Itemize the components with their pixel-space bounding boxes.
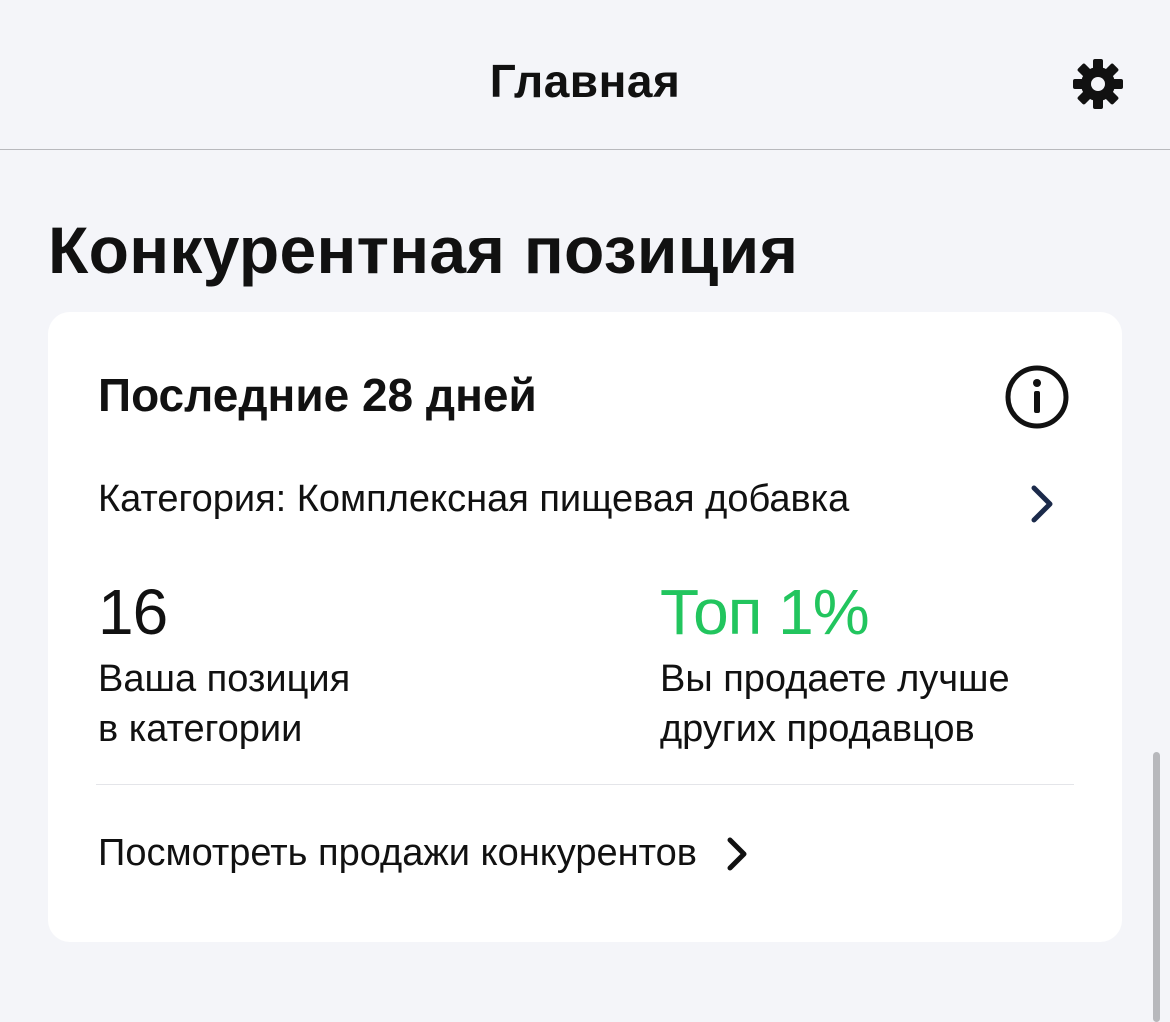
divider [96,784,1074,785]
top-percent-value: Топ 1% [660,576,870,648]
top-navigation-bar: Главная [0,0,1170,150]
position-stat: 16 Ваша позиция в категории [98,574,350,754]
view-competitors-sales-label: Посмотреть продажи конкурентов [98,832,697,874]
period-label: Последние 28 дней [98,369,537,421]
competitive-position-card: Последние 28 дней Категория: Комплексная… [48,312,1122,942]
gear-icon[interactable] [1072,58,1124,110]
position-value: 16 [98,576,168,648]
page-title: Главная [489,55,681,107]
top-percent-stat: Топ 1% Вы продаете лучше других продавцо… [660,574,1010,754]
category-selector[interactable]: Категория: Комплексная пищевая добавка [98,478,1058,534]
top-percent-caption-line1: Вы продаете лучше [660,658,1010,700]
section-title: Конкурентная позиция [48,213,799,287]
chevron-right-icon [723,835,751,873]
position-caption: Ваша позиция в категории [98,654,350,754]
position-caption-line2: в категории [98,708,303,750]
info-icon[interactable] [1004,364,1070,430]
top-percent-caption-line2: других продавцов [660,708,975,750]
position-caption-line1: Ваша позиция [98,658,351,700]
chevron-right-icon [1026,482,1058,526]
vertical-scrollbar[interactable] [1153,752,1160,1022]
view-competitors-sales-link[interactable]: Посмотреть продажи конкурентов [98,832,751,888]
category-label: Категория: Комплексная пищевая добавка [98,478,850,520]
top-percent-caption: Вы продаете лучше других продавцов [660,654,1010,754]
